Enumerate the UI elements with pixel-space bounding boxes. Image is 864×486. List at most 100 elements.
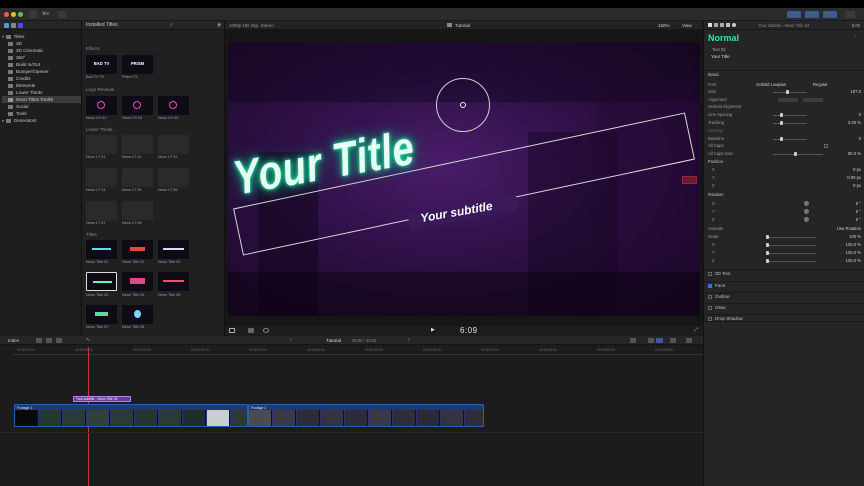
scale-z-row[interactable]: Z 100.0 % — [708, 258, 861, 265]
scale-row[interactable]: Scale 100 % — [708, 234, 861, 241]
text-icon[interactable] — [726, 23, 730, 27]
zoom-dropdown[interactable]: 150% — [658, 23, 670, 28]
section-glow[interactable]: Glow — [704, 303, 864, 311]
outline-checkbox[interactable] — [708, 294, 712, 299]
index-button[interactable]: Index — [8, 338, 19, 343]
skimming-icon[interactable] — [630, 338, 636, 343]
share-icon[interactable] — [845, 11, 855, 18]
media-icon[interactable] — [4, 23, 9, 28]
position-x-row[interactable]: X0 px — [708, 167, 861, 174]
all-caps-row[interactable]: All Caps — [708, 143, 861, 150]
rotation-row[interactable]: Rotation — [708, 192, 861, 199]
close-button[interactable] — [4, 12, 9, 17]
search-icon[interactable]: ⌕ — [170, 21, 173, 30]
all-caps-size-row[interactable]: All Caps Size 80.0 % — [708, 151, 861, 158]
drop-shadow-checkbox[interactable] — [708, 316, 712, 321]
layout-browser-icon[interactable] — [787, 11, 801, 18]
thumb-neon-lt-04[interactable] — [86, 168, 117, 187]
vertical-alignment-row[interactable]: Vertical Alignment — [708, 104, 861, 111]
sidebar-item-social[interactable]: Social — [8, 103, 29, 110]
audio-icon[interactable] — [720, 23, 724, 27]
minimize-button[interactable] — [11, 12, 16, 17]
fullscreen-icon[interactable]: ⤢ — [694, 327, 698, 333]
footage-clip-2[interactable]: Footage 2 — [248, 404, 484, 427]
section-drop-shadow[interactable]: Drop Shadow — [704, 314, 864, 322]
thumb-neon-title-08[interactable] — [122, 305, 153, 324]
rotation-z-row[interactable]: Z0 ° — [708, 217, 861, 224]
titles-icon[interactable] — [18, 23, 23, 28]
scale-x-row[interactable]: X 100.0 % — [708, 242, 861, 249]
thumb-neon-title-04[interactable] — [86, 272, 117, 291]
thumb-neon-title-05[interactable] — [122, 272, 153, 291]
thumb-neon-lt-02[interactable] — [122, 135, 153, 154]
sidebar-item-360[interactable]: 360° — [8, 54, 26, 61]
timeline-project[interactable]: Tutorial — [326, 338, 341, 343]
animate-row[interactable]: Animate Use Rotation — [708, 226, 861, 233]
filter-icon[interactable]: ◉ — [217, 21, 221, 30]
sidebar-item-elements[interactable]: Elements — [8, 82, 35, 89]
thumb-neon-lt-03[interactable] — [158, 135, 189, 154]
baseline-row[interactable]: Baseline 0 — [708, 136, 861, 143]
thumb-neon-title-06[interactable] — [158, 272, 189, 291]
keywords-button[interactable]: ⌘K — [42, 11, 50, 17]
viewer-canvas[interactable]: Your Title Your subtitle — [228, 42, 700, 316]
transform-tool-icon[interactable] — [229, 328, 235, 333]
zoom-icon[interactable] — [686, 338, 692, 343]
sidebar-item-credits[interactable]: Credits — [8, 75, 31, 82]
basic-section[interactable]: Basic — [704, 71, 864, 79]
insert-icon[interactable] — [46, 338, 52, 343]
all-caps-checkbox[interactable] — [824, 144, 828, 148]
tracking-row[interactable]: Tracking 3.00 % — [708, 120, 861, 127]
section-3d-text[interactable]: 3D Text — [704, 269, 864, 277]
info-i-icon[interactable] — [732, 23, 736, 27]
font-row[interactable]: Font Gobold Lowplus Regular — [708, 82, 861, 89]
installed-titles-dropdown[interactable]: Installed Titles — [86, 22, 118, 28]
thumb-bad-tv[interactable]: BAD TV — [86, 55, 117, 74]
line-spacing-row[interactable]: Line Spacing 0 — [708, 112, 861, 119]
section-face[interactable]: Face — [704, 281, 864, 289]
sidebar-item-titles[interactable]: ▾ Titles — [2, 33, 24, 40]
solo-icon[interactable] — [656, 338, 663, 343]
position-row[interactable]: Position — [708, 159, 861, 166]
zoom-button[interactable] — [18, 12, 23, 17]
thumb-neon-lt-07[interactable] — [86, 201, 117, 220]
check-icon[interactable] — [58, 11, 66, 18]
handle-marker[interactable] — [682, 176, 697, 184]
rotation-x-row[interactable]: X0 ° — [708, 201, 861, 208]
footage-clip-1[interactable]: Footage 1 — [14, 404, 248, 427]
face-checkbox[interactable] — [708, 283, 712, 288]
position-z-row[interactable]: Z0 px — [708, 183, 861, 190]
thumb-neon-lr-03[interactable] — [158, 96, 189, 115]
import-icon[interactable] — [29, 11, 37, 18]
sidebar-item-tools[interactable]: Tools — [8, 110, 27, 117]
overwrite-icon[interactable] — [56, 338, 62, 343]
sidebar-item-3d[interactable]: 3D — [8, 40, 22, 47]
thumb-neon-lr-02[interactable] — [122, 96, 153, 115]
transform-center-handle[interactable] — [460, 102, 466, 108]
thumb-prism[interactable]: PRISM — [122, 55, 153, 74]
section-outline[interactable]: Outline — [704, 292, 864, 300]
kerning-row[interactable]: Kerning — [708, 128, 861, 135]
layout-timeline-icon[interactable] — [805, 11, 819, 18]
enhance-icon[interactable] — [248, 328, 254, 333]
thumb-neon-title-03[interactable] — [158, 240, 189, 259]
audio-skim-icon[interactable] — [648, 338, 654, 343]
scale-y-row[interactable]: Y 100.0 % — [708, 250, 861, 257]
alignment-row[interactable]: Alignment — [708, 97, 861, 104]
title-clip[interactable]: Your subtitle - Neon Title 04 — [73, 396, 131, 402]
forward-arrow-icon[interactable]: › — [408, 337, 410, 343]
sidebar-item-bumper[interactable]: Bumper/Opener — [8, 68, 49, 75]
append-icon[interactable] — [36, 338, 42, 343]
rotation-y-row[interactable]: Y0 ° — [708, 209, 861, 216]
thumb-neon-title-01[interactable] — [86, 240, 117, 259]
info-icon[interactable] — [708, 23, 712, 27]
timeline-ruler[interactable]: 00:00:00:00 00:00:05:00 00:00:10:00 00:0… — [13, 347, 703, 355]
view-dropdown[interactable]: View — [682, 23, 692, 28]
thumb-neon-lt-05[interactable] — [122, 168, 153, 187]
layout-inspector-icon[interactable] — [823, 11, 837, 18]
thumb-neon-lr-01[interactable] — [86, 96, 117, 115]
back-arrow-icon[interactable]: ‹ — [290, 337, 292, 343]
3d-text-checkbox[interactable] — [708, 271, 712, 276]
inspector-dropdown-icon[interactable]: ⌃ — [854, 35, 857, 40]
speed-icon[interactable] — [263, 328, 269, 333]
